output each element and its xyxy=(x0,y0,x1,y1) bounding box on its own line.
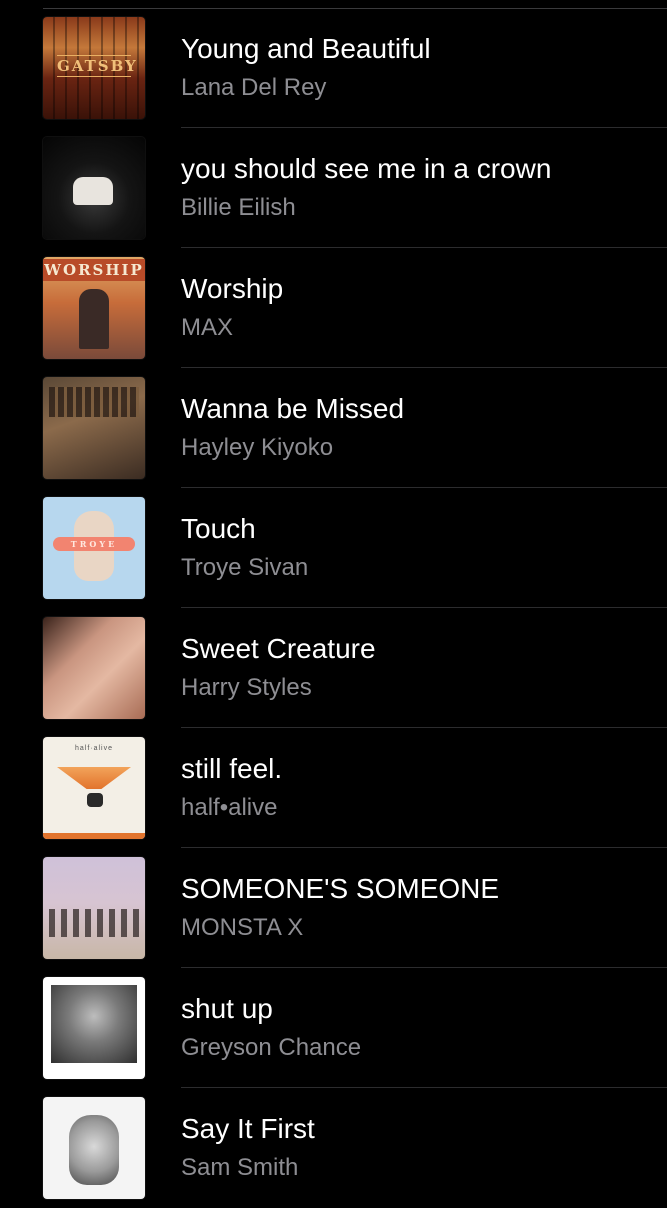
song-row-wanna-be-missed[interactable]: Wanna be Missed Hayley Kiyoko xyxy=(0,368,667,488)
album-artwork-figure xyxy=(73,177,113,205)
song-title: you should see me in a crown xyxy=(181,153,552,184)
album-artwork-stripe xyxy=(43,833,145,839)
song-artist: Greyson Chance xyxy=(181,1034,362,1061)
song-title: Sweet Creature xyxy=(181,633,376,664)
album-artwork xyxy=(43,857,145,959)
song-title: Say It First xyxy=(181,1113,315,1144)
album-artwork-figures xyxy=(87,793,103,807)
album-artwork xyxy=(43,137,145,239)
song-title: Young and Beautiful xyxy=(181,33,431,64)
album-artwork xyxy=(43,377,145,479)
album-artwork xyxy=(43,977,145,1079)
song-artist: MONSTA X xyxy=(181,914,304,941)
song-artist: Harry Styles xyxy=(181,674,312,701)
song-title: Worship xyxy=(181,273,284,304)
song-title: Touch xyxy=(181,513,256,544)
song-artist: half•alive xyxy=(181,794,278,821)
song-artist: Lana Del Rey xyxy=(181,74,327,101)
song-row-worship[interactable]: WORSHIP Worship MAX xyxy=(0,248,667,368)
album-artwork-photo xyxy=(51,985,137,1063)
song-artist: Sam Smith xyxy=(181,1154,299,1181)
song-title: shut up xyxy=(181,993,273,1024)
album-artwork: WORSHIP xyxy=(43,257,145,359)
album-artwork-figure xyxy=(79,289,109,349)
song-row-shut-up[interactable]: shut up Greyson Chance xyxy=(0,968,667,1088)
album-artwork-portrait xyxy=(69,1115,119,1185)
album-artwork xyxy=(43,1097,145,1199)
song-artist: Troye Sivan xyxy=(181,554,309,581)
song-artist: Billie Eilish xyxy=(181,194,296,221)
album-artwork-text: TROYE xyxy=(70,539,118,549)
album-artwork xyxy=(43,617,145,719)
song-row-say-it-first[interactable]: Say It First Sam Smith xyxy=(0,1088,667,1208)
song-row-touch[interactable]: TROYE Touch Troye Sivan xyxy=(0,488,667,608)
song-row-you-should-see-me-in-a-crown[interactable]: you should see me in a crown Billie Eili… xyxy=(0,128,667,248)
song-title: Wanna be Missed xyxy=(181,393,405,424)
album-artwork-text: GATSBY xyxy=(57,55,138,77)
song-list: GATSBY Young and Beautiful Lana Del Rey … xyxy=(0,8,667,1208)
album-artwork-text: half·alive xyxy=(74,745,113,752)
album-artwork: GATSBY xyxy=(43,17,145,119)
song-artist: MAX xyxy=(181,314,234,341)
song-title: SOMEONE'S SOMEONE xyxy=(181,873,500,904)
song-row-sweet-creature[interactable]: Sweet Creature Harry Styles xyxy=(0,608,667,728)
album-artwork-sun xyxy=(57,767,131,789)
song-row-still-feel[interactable]: half·alive still feel. half•alive xyxy=(0,728,667,848)
song-row-someones-someone[interactable]: SOMEONE'S SOMEONE MONSTA X xyxy=(0,848,667,968)
album-artwork: TROYE xyxy=(43,497,145,599)
album-artwork-text: WORSHIP xyxy=(43,259,145,281)
song-title: still feel. xyxy=(181,753,283,784)
album-artwork: half·alive xyxy=(43,737,145,839)
album-artwork-shelf xyxy=(49,387,139,417)
song-row-young-and-beautiful[interactable]: GATSBY Young and Beautiful Lana Del Rey xyxy=(0,8,667,128)
album-artwork-group xyxy=(49,909,139,937)
song-artist: Hayley Kiyoko xyxy=(181,434,334,461)
